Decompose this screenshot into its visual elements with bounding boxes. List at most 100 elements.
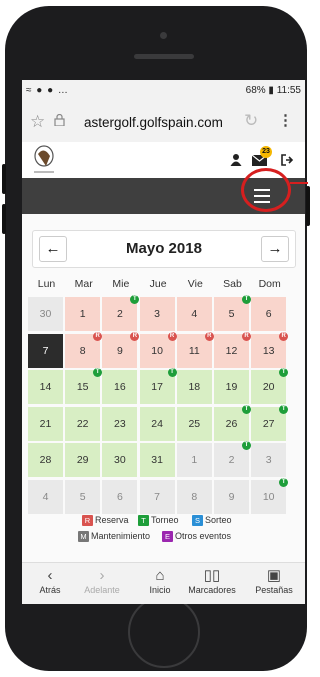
more-menu-icon[interactable]: ⋮ <box>278 111 293 129</box>
calendar-day[interactable]: 5T <box>214 295 251 331</box>
day-number: 21 <box>39 417 52 430</box>
calendar-day[interactable]: 16 <box>102 370 138 404</box>
day-number: 10 <box>151 344 163 357</box>
weekday-label: Mar <box>74 278 93 290</box>
day-number: 11 <box>188 344 200 357</box>
calendar-day[interactable]: 25 <box>176 406 212 441</box>
weekday-label: Dom <box>258 278 281 290</box>
club-logo[interactable] <box>30 144 58 176</box>
calendar-day[interactable]: 1 <box>176 443 212 477</box>
calendar-day[interactable]: 10 R <box>139 331 177 368</box>
legend-swatch: T <box>138 515 149 527</box>
month-title: Mayo 2018 <box>126 240 202 257</box>
day-number: 28 <box>39 454 52 466</box>
front-camera <box>160 32 167 39</box>
legend-swatch: M <box>78 531 89 543</box>
calendar-day[interactable]: 22 <box>65 406 101 441</box>
lock-icon <box>54 114 65 126</box>
calendar-day[interactable]: 30 <box>28 297 63 331</box>
calendar-day[interactable]: 9 <box>214 479 249 514</box>
day-number: 27 <box>262 417 275 430</box>
torneo-marker: T <box>279 477 289 487</box>
calendar-day[interactable]: 23 <box>102 406 138 441</box>
calendar-day[interactable]: 20 T <box>251 368 289 404</box>
day-number: 23 <box>114 417 126 430</box>
calendar-day[interactable]: 18 <box>176 370 212 404</box>
calendar-day[interactable]: 10 T <box>251 477 289 514</box>
calendar-day[interactable]: 29 <box>65 443 101 477</box>
home-button[interactable] <box>128 596 200 668</box>
calendar-day[interactable]: 5 <box>65 479 101 514</box>
calendar-day[interactable]: 21 <box>28 406 63 441</box>
weekday-label: Jue <box>149 278 167 290</box>
nav-label: Pestañas <box>255 585 293 595</box>
nav-tabs-button[interactable]: ▣ Pestañas <box>246 567 302 595</box>
nav-home-button[interactable]: ⌂ Inicio <box>132 567 188 595</box>
logout-icon[interactable] <box>281 154 294 166</box>
calendar-day[interactable]: 7 <box>28 333 63 368</box>
calendar-day[interactable]: 14 <box>28 370 63 404</box>
calendar-day[interactable]: 8R <box>65 331 103 368</box>
day-number: 3 <box>154 308 161 320</box>
calendar-day[interactable]: 17 T <box>139 368 177 404</box>
day-number: 8 <box>191 490 198 503</box>
calendar-day[interactable]: 4 <box>28 479 63 514</box>
legend-label: Reserva <box>95 515 129 525</box>
back-icon: ‹ <box>47 567 53 584</box>
torneo-marker: T <box>279 368 289 377</box>
day-number: 7 <box>42 344 49 357</box>
legend-item: E Otros eventos <box>162 531 231 543</box>
status-right: 68% ▮ 11:55 <box>245 85 301 96</box>
forward-icon: › <box>99 567 105 584</box>
calendar-day[interactable]: 19 <box>214 370 249 404</box>
legend-label: Mantenimiento <box>91 531 151 541</box>
calendar-day[interactable]: 28 <box>28 443 63 477</box>
calendar-day[interactable]: 6 <box>251 297 287 331</box>
calendar-day[interactable]: 26 T <box>214 404 251 441</box>
nav-bookmarks-button[interactable]: ▯▯ Marcadores <box>184 567 240 595</box>
day-number: 6 <box>265 308 272 320</box>
calendar-day[interactable]: 9R <box>102 331 140 368</box>
next-month-button[interactable]: → <box>261 236 289 262</box>
calendar-day[interactable]: 8 <box>176 479 212 514</box>
day-number: 30 <box>39 308 52 320</box>
calendar-day[interactable]: 12 R <box>214 331 251 368</box>
calendar-day[interactable]: 3 <box>251 443 287 477</box>
calendar-day[interactable]: 4 <box>176 297 212 331</box>
legend-swatch: E <box>162 531 173 543</box>
calendar-day[interactable]: 27 T <box>251 404 289 441</box>
calendar-day[interactable]: 15 T <box>65 368 103 404</box>
nav-label: Marcadores <box>188 585 236 595</box>
day-number: 4 <box>191 308 198 320</box>
day-number: 31 <box>151 454 163 466</box>
calendar-day[interactable]: 31 <box>139 443 175 477</box>
calendar-day[interactable]: 6 <box>102 479 138 514</box>
legend-item: R Reserva <box>82 515 129 527</box>
calendar-day[interactable]: 30 <box>102 443 138 477</box>
legend-label: Torneo <box>151 515 179 525</box>
torneo-marker: T <box>242 404 251 414</box>
bookmarks-icon: ▯▯ <box>203 567 221 584</box>
calendar-day[interactable]: 2T <box>214 441 251 477</box>
calendar-day[interactable]: 2T <box>102 295 140 331</box>
day-number: 3 <box>265 454 272 466</box>
day-number: 22 <box>76 417 89 430</box>
calendar-day[interactable]: 24 <box>139 406 175 441</box>
calendar-day[interactable]: 13 R <box>251 331 289 368</box>
menu-highlight-circle <box>241 168 291 212</box>
calendar-day[interactable]: 1 <box>65 297 101 331</box>
weekday-label: Lun <box>37 278 56 290</box>
calendar-day[interactable]: 7 <box>139 479 175 514</box>
reserva-marker: R <box>93 331 103 341</box>
legend-item: M Mantenimiento <box>78 531 151 543</box>
day-number: 16 <box>114 381 126 393</box>
bookmark-star-icon[interactable]: ☆ <box>30 112 45 132</box>
calendar-day[interactable]: 3 <box>139 297 175 331</box>
url-text[interactable]: astergolf.golfspain.com <box>84 115 223 130</box>
reload-icon[interactable]: ↻ <box>244 111 258 131</box>
nav-forward-button[interactable]: › Adelante <box>74 567 130 595</box>
reserva-marker: R <box>130 331 140 341</box>
calendar-day[interactable]: 11 R <box>176 331 214 368</box>
user-icon[interactable] <box>230 153 242 166</box>
nav-back-button[interactable]: ‹ Atrás <box>22 567 78 595</box>
